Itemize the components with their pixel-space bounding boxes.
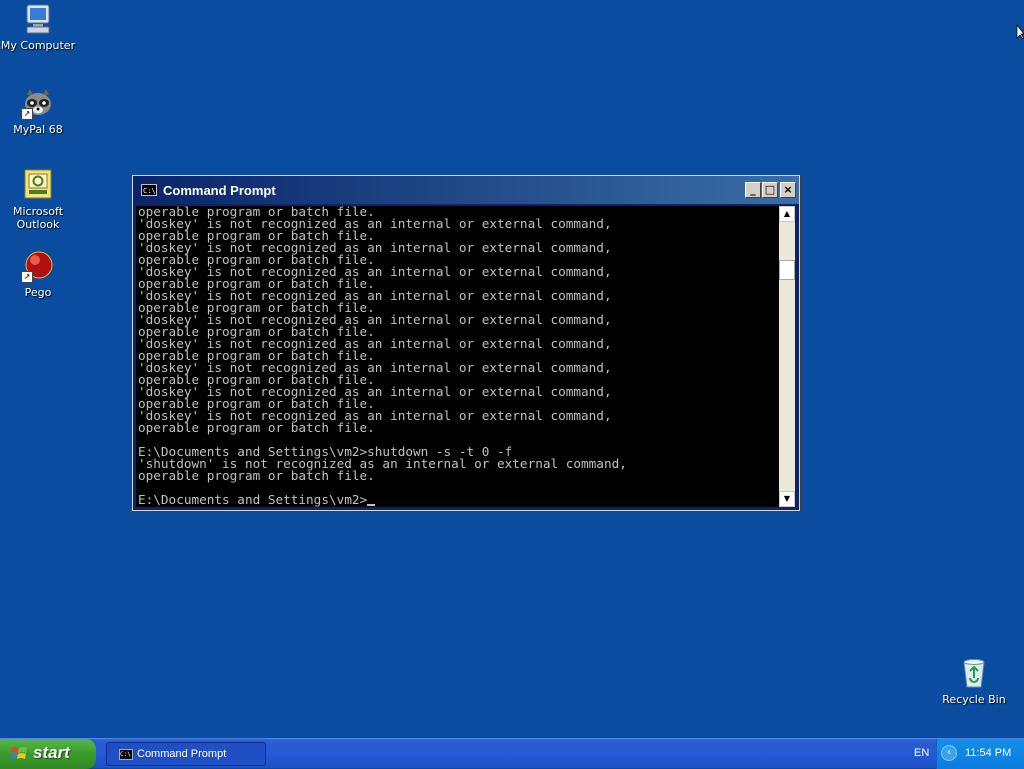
console-text-content: operable program or batch file. 'doskey'…: [138, 206, 627, 507]
red-ball-icon: ↗: [21, 249, 55, 283]
close-button[interactable]: ×: [780, 182, 796, 198]
raccoon-browser-icon: ↗: [21, 86, 55, 120]
desktop-icon-pego[interactable]: ↗ Pego: [0, 249, 76, 299]
desktop-icon-outlook[interactable]: Microsoft Outlook: [0, 168, 76, 231]
maximize-button[interactable]: □: [762, 182, 778, 198]
desktop-icon-label: Pego: [24, 286, 52, 299]
command-prompt-window[interactable]: C:\ Command Prompt _ □ × operable progra…: [132, 175, 800, 511]
show-hidden-icons-button[interactable]: ‹: [941, 745, 957, 761]
vertical-scrollbar[interactable]: ▲ ▼: [779, 206, 795, 507]
desktop-icon-label: Recycle Bin: [942, 693, 1006, 706]
desktop-icon-recycle-bin[interactable]: Recycle Bin: [936, 656, 1012, 706]
clock[interactable]: 11:54 PM: [965, 747, 1011, 759]
desktop-icon-label: Microsoft Outlook: [12, 205, 64, 231]
scroll-up-button[interactable]: ▲: [779, 206, 795, 222]
text-cursor: [367, 504, 376, 506]
taskbar-item-label: Command Prompt: [137, 748, 227, 760]
mouse-pointer-icon: [1016, 23, 1024, 40]
taskbar: start C:\ Command Prompt EN ‹ 11:54 PM: [0, 738, 1024, 769]
cmd-icon: C:\: [119, 749, 133, 760]
taskbar-item-command-prompt[interactable]: C:\ Command Prompt: [106, 742, 266, 766]
shortcut-arrow-icon: ↗: [21, 271, 33, 283]
desktop-icon-label: MyPal 68: [13, 123, 63, 136]
minimize-button[interactable]: _: [745, 182, 761, 198]
recycle-bin-icon: [957, 656, 991, 690]
console-text: operable program or batch file. 'doskey'…: [136, 206, 779, 506]
computer-icon: [21, 2, 55, 36]
outlook-icon: [21, 168, 55, 202]
window-titlebar[interactable]: C:\ Command Prompt _ □ ×: [133, 176, 799, 204]
scrollbar-thumb[interactable]: [779, 260, 795, 280]
desktop-icon-label: My Computer: [0, 39, 76, 52]
cmd-icon: C:\: [141, 184, 157, 196]
desktop-icon-mypal[interactable]: ↗ MyPal 68: [0, 86, 76, 136]
console-output[interactable]: operable program or batch file. 'doskey'…: [136, 206, 779, 507]
start-button[interactable]: start: [0, 739, 96, 769]
shortcut-arrow-icon: ↗: [21, 108, 33, 120]
start-label: start: [33, 743, 70, 762]
language-indicator[interactable]: EN: [914, 747, 929, 759]
scroll-down-button[interactable]: ▼: [779, 491, 795, 507]
system-tray: ‹ 11:54 PM: [936, 739, 1024, 769]
window-title: Command Prompt: [163, 183, 276, 198]
windows-logo-icon: [10, 745, 28, 763]
desktop-icon-my-computer[interactable]: My Computer: [0, 2, 76, 52]
